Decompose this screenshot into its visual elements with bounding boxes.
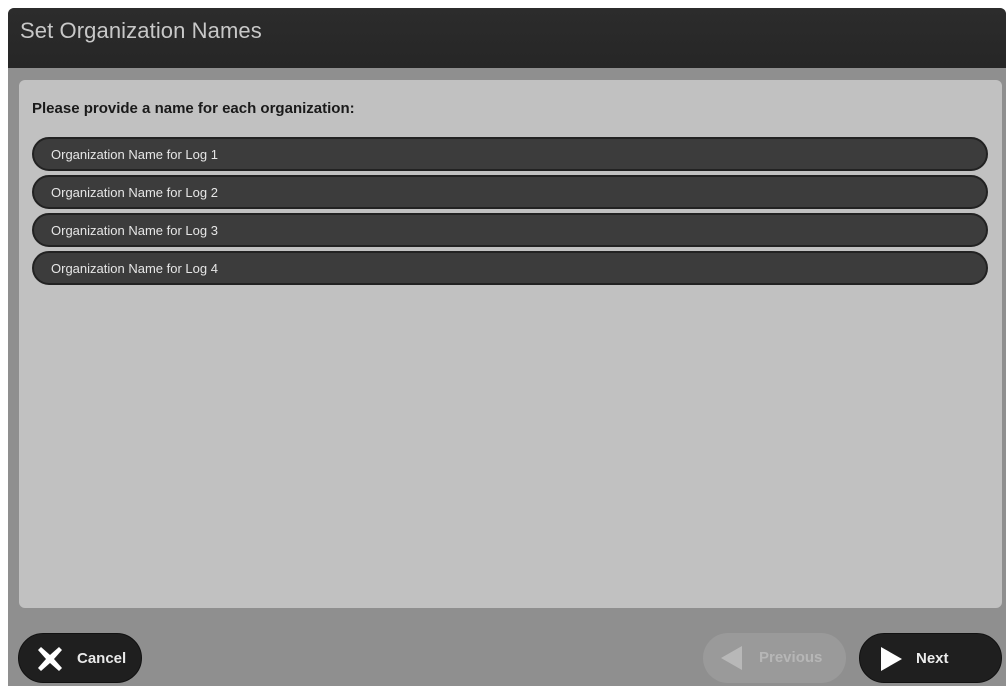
prompt-text: Please provide a name for each organizat… [32,100,355,117]
cancel-button[interactable]: Cancel [18,633,142,683]
close-icon [35,644,65,674]
organization-name-field-4[interactable] [32,251,988,285]
arrow-right-icon [876,644,906,674]
organization-name-field-3[interactable] [32,213,988,247]
next-label: Next [916,650,949,667]
window-title: Set Organization Names [20,18,262,43]
arrow-left-icon [717,643,747,673]
content-panel: Please provide a name for each organizat… [19,80,1002,608]
previous-label: Previous [759,649,823,666]
organization-name-field-1[interactable] [32,137,988,171]
next-button[interactable]: Next [859,633,1002,683]
cancel-label: Cancel [77,650,127,667]
title-bar: Set Organization Names [8,8,1006,68]
organization-name-field-2[interactable] [32,175,988,209]
wizard-window: Set Organization Names Please provide a … [8,8,1006,686]
previous-button[interactable]: Previous [703,633,846,683]
